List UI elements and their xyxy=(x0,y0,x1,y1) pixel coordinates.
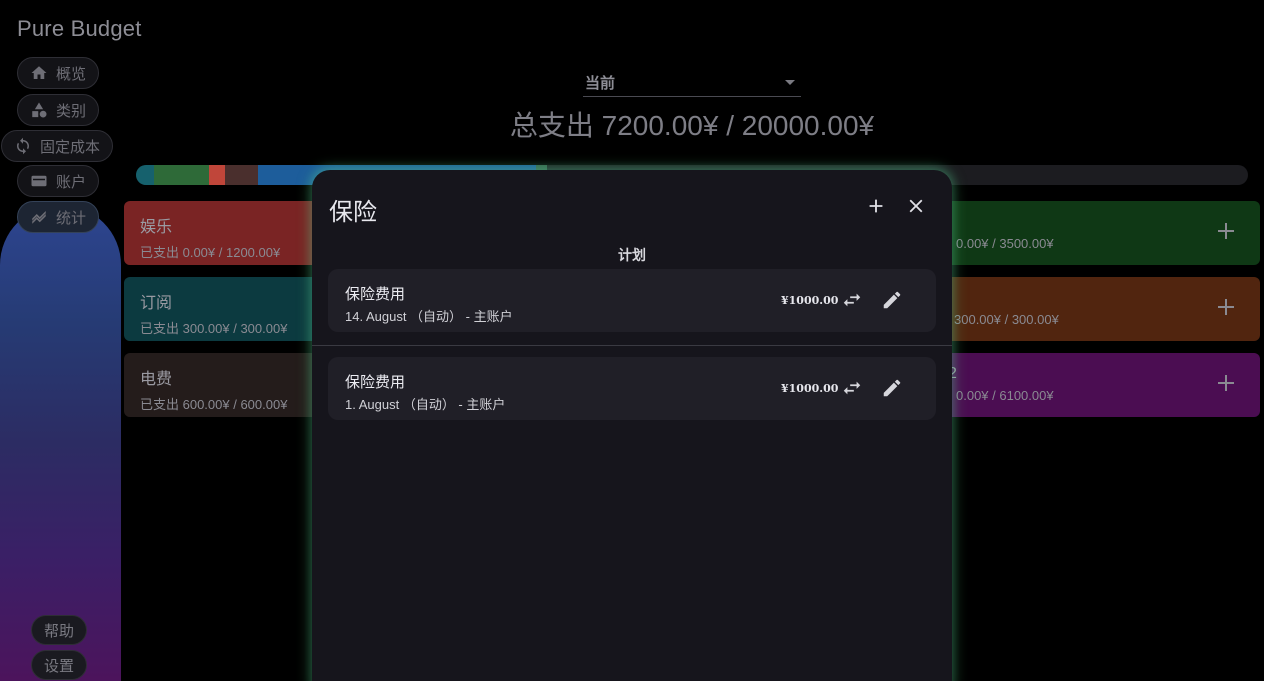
edit-button[interactable] xyxy=(881,289,903,311)
close-button[interactable] xyxy=(904,194,928,218)
total-spending: 总支出 7200.00¥ / 20000.00¥ xyxy=(509,110,875,141)
swap-icon xyxy=(843,381,861,395)
transfer-button[interactable] xyxy=(841,377,863,399)
category-amount: 300.00¥ / 300.00¥ xyxy=(954,312,1059,327)
pencil-icon xyxy=(883,291,901,309)
app-title: Pure Budget xyxy=(17,16,142,41)
nav-overview[interactable]: 概览 xyxy=(17,57,100,89)
budget-bar-segment xyxy=(136,165,154,185)
list-item[interactable]: 保险费用 1. August （自动） - 主账户 ¥1000.00 xyxy=(328,357,936,420)
nav-accounts[interactable]: 账户 xyxy=(17,165,100,197)
add-icon[interactable] xyxy=(1214,371,1238,395)
category-amount: 0.00¥ / 6100.00¥ xyxy=(956,388,1054,403)
sidebar-background xyxy=(0,205,121,681)
budget-bar-segment xyxy=(224,165,259,185)
period-select-value: 当前 xyxy=(585,74,616,92)
add-icon[interactable] xyxy=(1214,295,1238,319)
category-name: 2 xyxy=(948,365,957,382)
budget-bar-segment xyxy=(209,165,225,185)
wallet-icon xyxy=(31,175,47,187)
close-icon xyxy=(909,199,923,213)
entry-detail: 14. August （自动） - 主账户 xyxy=(345,309,513,324)
nav-accounts-label: 账户 xyxy=(56,173,87,191)
list-item[interactable]: 保险费用 14. August （自动） - 主账户 ¥1000.00 xyxy=(328,269,936,332)
edit-button[interactable] xyxy=(881,377,903,399)
help-button[interactable]: 帮助 xyxy=(31,615,88,645)
period-select[interactable]: 当前 xyxy=(583,68,801,97)
plus-icon xyxy=(869,199,883,213)
nav-statistics[interactable]: 统计 xyxy=(17,201,100,233)
add-icon[interactable] xyxy=(1214,219,1238,243)
section-label-plan: 计划 xyxy=(618,247,646,263)
chart-icon xyxy=(32,211,46,224)
category-dialog: 保险 计划 保险费用 14. August （自动） - 主账户 ¥1000.0… xyxy=(312,170,952,681)
dialog-title: 保险 xyxy=(329,199,377,226)
pencil-icon xyxy=(883,379,901,397)
category-amount: 0.00¥ / 3500.00¥ xyxy=(956,236,1054,251)
divider xyxy=(312,345,952,346)
nav-overview-label: 概览 xyxy=(56,65,87,83)
home-icon xyxy=(31,66,47,79)
entry-value: ¥1000.00 xyxy=(781,294,839,307)
entry-title: 保险费用 xyxy=(345,374,406,391)
add-button[interactable] xyxy=(864,194,888,218)
nav-statistics-label: 统计 xyxy=(56,209,87,227)
settings-button[interactable]: 设置 xyxy=(31,650,88,680)
chevron-down-icon xyxy=(785,79,795,85)
entry-value: ¥1000.00 xyxy=(781,382,839,395)
entry-detail: 1. August （自动） - 主账户 xyxy=(345,397,506,412)
transfer-button[interactable] xyxy=(841,289,863,311)
budget-bar-segment xyxy=(153,165,210,185)
entry-title: 保险费用 xyxy=(345,286,406,303)
swap-icon xyxy=(843,293,861,307)
